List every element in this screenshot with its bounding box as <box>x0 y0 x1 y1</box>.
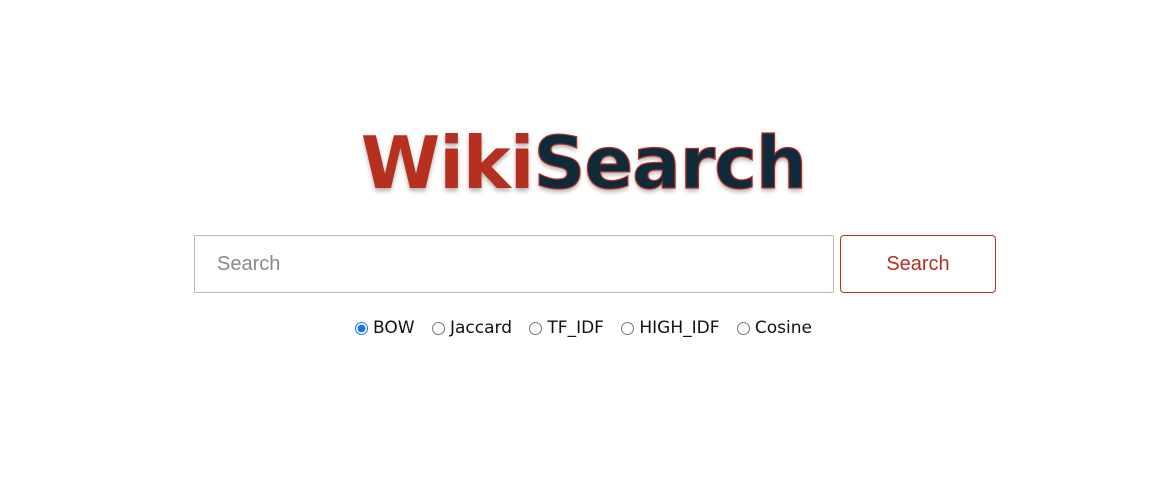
radio-jaccard[interactable] <box>431 321 445 335</box>
option-tf-idf[interactable]: TF_IDF <box>529 318 604 338</box>
option-label: Jaccard <box>449 318 512 338</box>
option-cosine[interactable]: Cosine <box>736 318 812 338</box>
option-label: Cosine <box>754 318 812 338</box>
option-bow[interactable]: BOW <box>355 318 415 338</box>
option-high-idf[interactable]: HIGH_IDF <box>621 318 720 338</box>
option-label: HIGH_IDF <box>639 318 720 338</box>
radio-cosine[interactable] <box>736 321 750 335</box>
logo-search-text: Search <box>533 120 808 205</box>
page: WikiSearch Search BOW Jaccard TF_IDF HIG… <box>0 0 1167 492</box>
logo: WikiSearch <box>0 118 1167 208</box>
radio-bow[interactable] <box>355 321 368 335</box>
radio-tf-idf[interactable] <box>529 321 543 335</box>
search-button[interactable]: Search <box>840 235 996 293</box>
option-label: BOW <box>373 318 415 338</box>
search-row: Search <box>194 235 996 293</box>
option-jaccard[interactable]: Jaccard <box>431 318 512 338</box>
ranking-options: BOW Jaccard TF_IDF HIGH_IDF Cosine <box>0 318 1167 340</box>
radio-high-idf[interactable] <box>621 321 635 335</box>
logo-wiki-text: Wiki <box>360 121 535 205</box>
search-input[interactable] <box>194 235 834 293</box>
option-label: TF_IDF <box>547 318 604 338</box>
